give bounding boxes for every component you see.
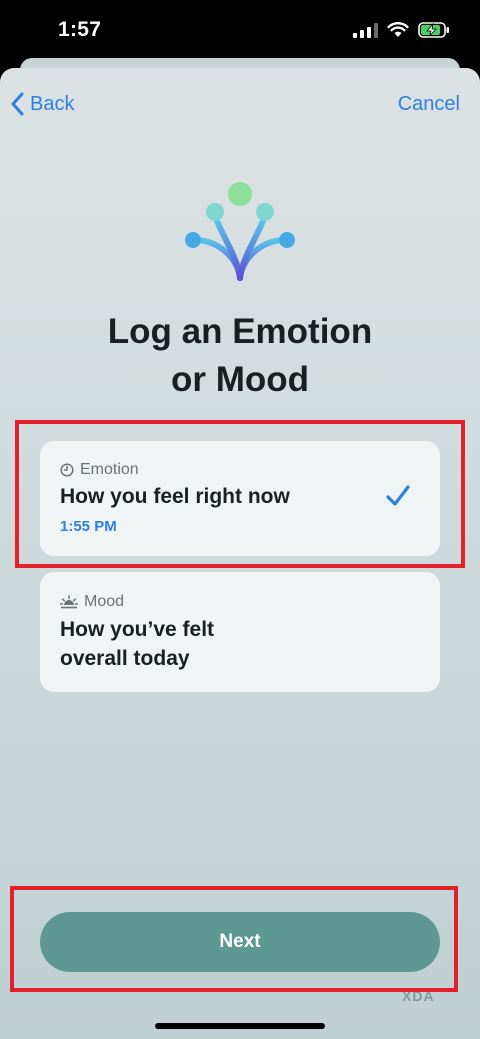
page-title-line2: or Mood bbox=[170, 360, 310, 399]
mood-description: How you’ve felt overall today bbox=[60, 615, 214, 673]
status-icons bbox=[353, 22, 450, 38]
emotion-highlight-box bbox=[15, 420, 465, 568]
back-label: Back bbox=[30, 92, 75, 115]
chevron-left-icon bbox=[11, 92, 24, 116]
mood-kind-label: Mood bbox=[84, 593, 125, 610]
status-bar: 1:57 bbox=[0, 0, 480, 62]
cancel-button[interactable]: Cancel bbox=[398, 93, 460, 116]
back-button[interactable]: Back bbox=[10, 92, 74, 116]
next-highlight-box bbox=[10, 886, 458, 992]
page-title-line1: Log an Emotion bbox=[107, 312, 373, 351]
status-time: 1:57 bbox=[58, 18, 102, 41]
mood-description-line2: overall today bbox=[60, 647, 190, 670]
mood-option[interactable]: Mood How you’ve felt overall today bbox=[40, 572, 440, 692]
cellular-signal-icon bbox=[353, 22, 378, 38]
wifi-icon bbox=[387, 22, 409, 37]
mood-description-line1: How you’ve felt bbox=[60, 618, 215, 641]
mood-kind: Mood bbox=[60, 593, 124, 611]
sunrise-icon bbox=[60, 595, 78, 609]
home-indicator[interactable] bbox=[155, 1023, 325, 1029]
state-of-mind-logo bbox=[185, 182, 295, 282]
page-title: Log an Emotion or Mood bbox=[0, 308, 480, 404]
battery-charging-icon bbox=[418, 22, 449, 38]
